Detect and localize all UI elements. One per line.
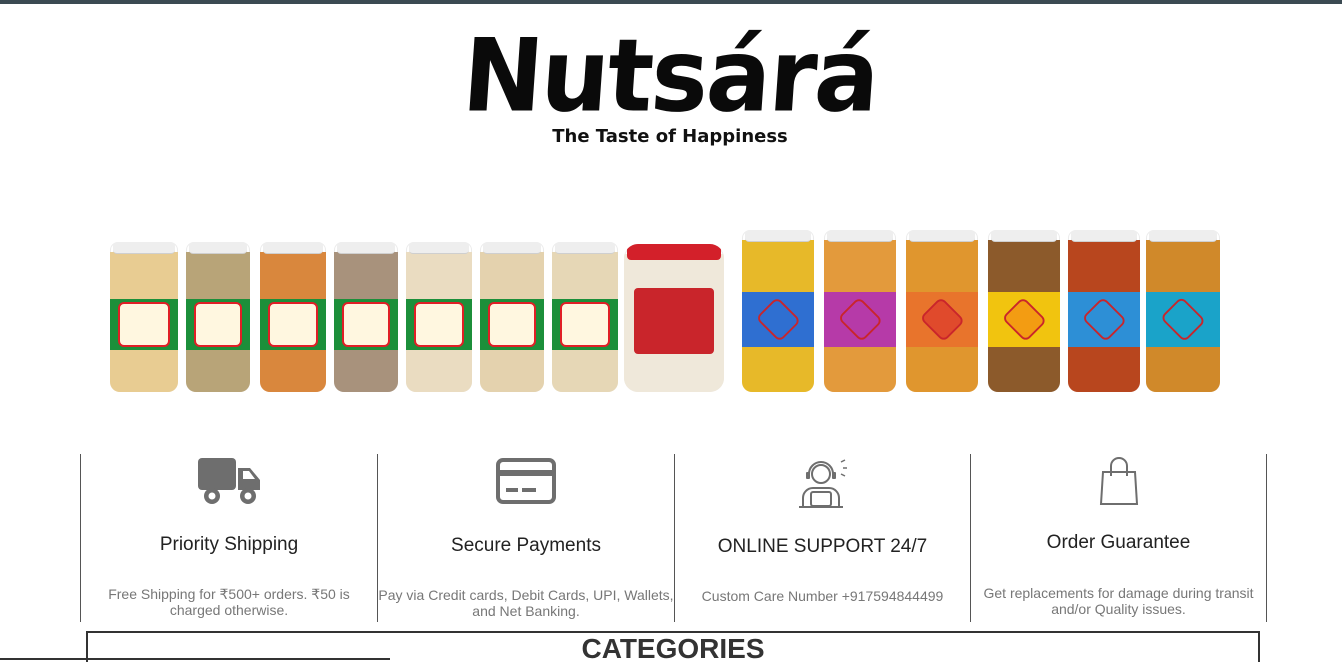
feature-order-guarantee: Order Guarantee Get replacements for dam… <box>970 454 1267 622</box>
feature-description: Free Shipping for ₹500+ orders. ₹50 is c… <box>108 586 350 618</box>
features-row: Priority Shipping Free Shipping for ₹500… <box>80 454 1268 622</box>
product-jar <box>186 242 250 392</box>
product-banner <box>106 220 1226 392</box>
divider <box>0 658 390 660</box>
product-jar <box>624 244 724 392</box>
product-jar <box>988 230 1060 392</box>
feature-description: Get replacements for damage during trans… <box>983 585 1254 617</box>
feature-title: Priority Shipping <box>159 534 299 555</box>
top-bar <box>0 0 1342 4</box>
product-jar <box>1068 230 1140 392</box>
brand-logo[interactable]: Nutsárá The Taste of Happiness <box>440 17 900 158</box>
product-jar <box>824 230 896 392</box>
brand-name: Nutsárá <box>458 17 882 135</box>
feature-description: Pay via Credit cards, Debit Cards, UPI, … <box>378 587 674 619</box>
product-jar <box>110 242 178 392</box>
feature-secure-payments: Secure Payments Pay via Credit cards, De… <box>377 454 674 622</box>
jar-label-band <box>634 288 714 354</box>
support-agent-icon <box>795 456 851 515</box>
product-jar <box>334 242 398 392</box>
product-jar <box>480 242 544 392</box>
credit-card-icon <box>496 458 556 511</box>
product-jar <box>260 242 326 392</box>
product-jar <box>906 230 978 392</box>
feature-title: ONLINE SUPPORT 24/7 <box>717 536 928 557</box>
feature-title: Secure Payments <box>451 535 601 556</box>
truck-icon <box>196 454 262 513</box>
feature-title: Order Guarantee <box>1046 532 1191 553</box>
product-jar <box>742 230 814 392</box>
feature-online-support: ONLINE SUPPORT 24/7 Custom Care Number +… <box>674 454 970 622</box>
product-jar <box>552 242 618 392</box>
product-jar <box>406 242 472 392</box>
brand-tagline: The Taste of Happiness <box>552 126 788 147</box>
feature-priority-shipping: Priority Shipping Free Shipping for ₹500… <box>80 454 377 622</box>
product-jar <box>1146 230 1220 392</box>
shopping-bag-icon <box>1097 456 1141 513</box>
feature-description: Custom Care Number +917594844499 <box>701 588 944 604</box>
